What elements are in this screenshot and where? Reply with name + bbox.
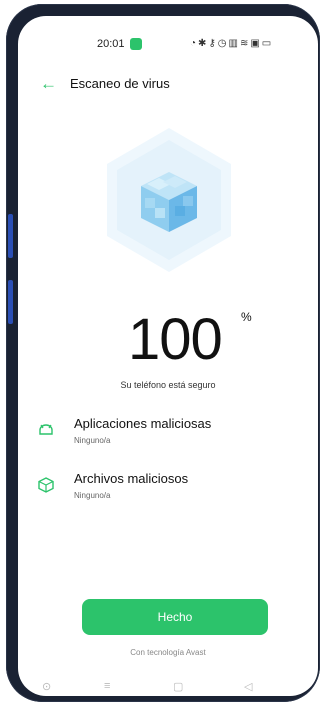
battery-icon: ▭ bbox=[261, 38, 274, 49]
bluetooth-icon: ✱ bbox=[198, 38, 209, 49]
shield-illustration bbox=[105, 126, 233, 274]
scan-item-label: Aplicaciones maliciosas bbox=[74, 416, 212, 431]
key-icon: ⚷ bbox=[208, 38, 218, 49]
power-button bbox=[8, 280, 13, 324]
status-icons: ◔✱⚷◷▥≋▣▭ bbox=[190, 38, 273, 49]
cube-icon bbox=[38, 477, 54, 493]
signal-icon: ▥ bbox=[228, 38, 240, 49]
done-button[interactable]: Hecho bbox=[82, 599, 268, 635]
back-nav-icon[interactable]: ◁ bbox=[244, 680, 252, 693]
arrow-left-icon: ← bbox=[40, 74, 57, 93]
assistant-icon[interactable]: ⊙ bbox=[42, 680, 51, 693]
volume-button bbox=[8, 214, 13, 258]
clock-icon: ◷ bbox=[217, 38, 229, 49]
scan-item-label: Archivos maliciosos bbox=[74, 471, 189, 486]
scan-percent: 100 bbox=[128, 307, 223, 372]
notification-icon bbox=[130, 38, 142, 50]
alarm-icon: ◔ bbox=[190, 38, 199, 49]
scan-item-malicious-apps: Aplicaciones maliciosas Ninguno/a bbox=[18, 416, 318, 456]
navigation-bar: ⊙ ≡ ▢ ◁ bbox=[18, 680, 318, 696]
scan-item-malicious-files: Archivos maliciosos Ninguno/a bbox=[18, 471, 318, 511]
phone-frame: 20:01 ◔✱⚷◷▥≋▣▭ ← Escaneo de virus 100 % … bbox=[6, 4, 320, 702]
screen: 20:01 ◔✱⚷◷▥≋▣▭ ← Escaneo de virus 100 % … bbox=[18, 16, 318, 696]
percent-symbol: % bbox=[241, 310, 252, 324]
menu-icon[interactable]: ≡ bbox=[104, 680, 110, 692]
wifi-icon: ≋ bbox=[239, 38, 251, 49]
safe-status-text: Su teléfono está seguro bbox=[120, 380, 216, 390]
scan-result: 100 % bbox=[18, 306, 318, 376]
status-time: 20:01 bbox=[97, 38, 125, 50]
app-header: ← Escaneo de virus bbox=[18, 74, 318, 98]
nfc-icon: ▣ bbox=[250, 38, 262, 49]
home-icon[interactable]: ▢ bbox=[173, 680, 183, 693]
scan-item-value: Ninguno/a bbox=[74, 491, 111, 500]
powered-by-text: Con tecnología Avast bbox=[130, 648, 206, 657]
status-bar: 20:01 ◔✱⚷◷▥≋▣▭ bbox=[18, 38, 318, 54]
hexagon-cube-icon bbox=[107, 128, 231, 272]
back-button[interactable]: ← bbox=[40, 74, 57, 94]
scan-item-value: Ninguno/a bbox=[74, 436, 111, 445]
android-icon bbox=[38, 422, 54, 438]
page-title: Escaneo de virus bbox=[70, 76, 170, 91]
